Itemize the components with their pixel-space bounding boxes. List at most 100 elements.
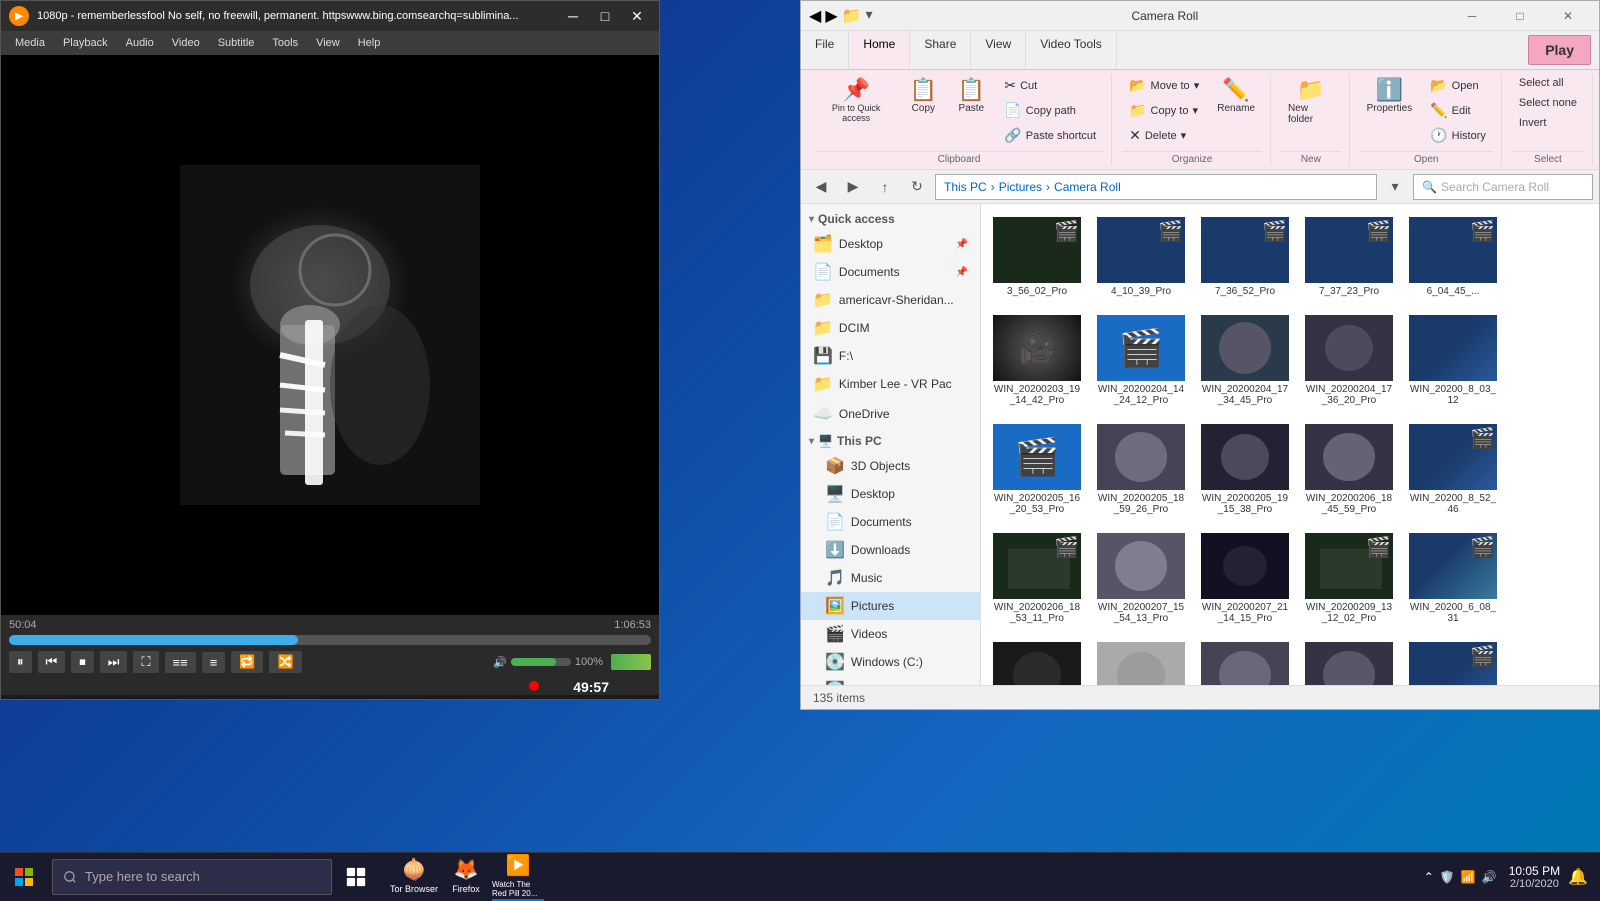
- paste-shortcut-button[interactable]: 🔗 Paste shortcut: [997, 124, 1103, 147]
- vlc-prev-button[interactable]: ⏮: [38, 651, 66, 673]
- up-button[interactable]: ↑: [871, 174, 899, 200]
- copy-button[interactable]: 📋 Copy: [901, 74, 945, 119]
- taskbar-app-firefox[interactable]: 🦊 Firefox: [440, 853, 492, 901]
- breadcrumb-dropdown-button[interactable]: ▾: [1381, 174, 1409, 200]
- properties-button[interactable]: ℹ️ Properties: [1360, 74, 1420, 119]
- sidebar-recovery-d[interactable]: 💽 RECOVERY (D:): [801, 676, 980, 685]
- list-item[interactable]: WIN_20200207_21_14_15_Pro: [1195, 526, 1295, 631]
- play-ribbon-button[interactable]: Play: [1528, 35, 1591, 65]
- explorer-window-controls[interactable]: ─ □ ✕: [1449, 1, 1591, 31]
- sidebar-item-kimber[interactable]: 📁 Kimber Lee - VR Pac: [801, 370, 980, 398]
- sidebar-downloads[interactable]: ⬇️ Downloads: [801, 536, 980, 564]
- select-none-button[interactable]: Select none: [1512, 94, 1584, 112]
- sidebar-documents2[interactable]: 📄 Documents: [801, 508, 980, 536]
- vlc-menu-view[interactable]: View: [308, 35, 348, 51]
- ribbon-tab-file[interactable]: File: [801, 31, 849, 69]
- vlc-menu-subtitle[interactable]: Subtitle: [210, 35, 263, 51]
- pin-to-quickaccess-button[interactable]: 📌 Pin to Quick access: [815, 74, 897, 128]
- refresh-button[interactable]: ↻: [903, 174, 931, 200]
- list-item[interactable]: WIN_20200207_15_54_13_Pro: [1091, 526, 1191, 631]
- cut-button[interactable]: ✂ Cut: [997, 74, 1103, 97]
- taskbar-app-tor[interactable]: 🧅 Tor Browser: [388, 853, 440, 901]
- sidebar-windows-c[interactable]: 💽 Windows (C:): [801, 648, 980, 676]
- quick-access-header[interactable]: ▾ Quick access: [801, 208, 980, 230]
- vlc-progress-bar[interactable]: [9, 635, 651, 645]
- ribbon-tab-home[interactable]: Home: [849, 31, 910, 69]
- ribbon-tab-view[interactable]: View: [971, 31, 1026, 69]
- vlc-menu-tools[interactable]: Tools: [264, 35, 306, 51]
- sidebar-item-onedrive[interactable]: ☁️ OneDrive: [801, 400, 980, 428]
- volume-status-icon[interactable]: 🔊: [1482, 870, 1497, 884]
- breadcrumb-camera-roll[interactable]: Camera Roll: [1054, 180, 1121, 194]
- show-hidden-icons-button[interactable]: ⌃: [1424, 870, 1434, 884]
- explorer-maximize-button[interactable]: □: [1497, 1, 1543, 31]
- explorer-close-button[interactable]: ✕: [1545, 1, 1591, 31]
- list-item[interactable]: WIN_20200204_17_34_45_Pro: [1195, 308, 1295, 413]
- vlc-menu-playback[interactable]: Playback: [55, 35, 116, 51]
- invert-selection-button[interactable]: Invert: [1512, 114, 1584, 132]
- list-item[interactable]: 🎬 6_04_45_...: [1403, 210, 1503, 304]
- network-status-icon[interactable]: 📶: [1461, 870, 1476, 884]
- vlc-playlist-button[interactable]: ≡: [202, 652, 226, 673]
- search-input[interactable]: 🔍 Search Camera Roll: [1413, 174, 1593, 200]
- vlc-close-button[interactable]: ✕: [623, 5, 651, 27]
- history-button[interactable]: 🕐 History: [1423, 124, 1493, 147]
- sidebar-music[interactable]: 🎵 Music: [801, 564, 980, 592]
- list-item[interactable]: 🎬 3_56_02_Pro: [987, 210, 1087, 304]
- copy-to-button[interactable]: 📁 Copy to ▾: [1122, 99, 1206, 122]
- ribbon-tab-videotools[interactable]: Video Tools: [1026, 31, 1117, 69]
- list-item[interactable]: 🎥 WIN_20200203_19_14_42_Pro: [987, 308, 1087, 413]
- list-item[interactable]: 🎬 WIN_20200_8_03_12: [1403, 308, 1503, 413]
- vlc-next-button[interactable]: ⏭: [100, 651, 128, 673]
- vlc-ext-button[interactable]: ≡≡: [165, 652, 196, 673]
- back-button[interactable]: ◀: [807, 174, 835, 200]
- copy-path-button[interactable]: 📄 Copy path: [997, 99, 1103, 122]
- breadcrumb-this-pc[interactable]: This PC: [944, 180, 987, 194]
- open-button[interactable]: 📂 Open: [1423, 74, 1493, 97]
- list-item[interactable]: 🎬 4_10_39_Pro: [1091, 210, 1191, 304]
- breadcrumb-pictures[interactable]: Pictures: [999, 180, 1042, 194]
- vlc-stop-button[interactable]: ⏹: [71, 651, 94, 673]
- vlc-fullscreen-button[interactable]: ⛶: [133, 651, 158, 673]
- vlc-menu-audio[interactable]: Audio: [118, 35, 162, 51]
- vlc-play-pause-button[interactable]: ⏸: [9, 651, 32, 673]
- task-view-button[interactable]: [332, 853, 380, 901]
- sidebar-item-documents[interactable]: 📄 Documents 📌: [801, 258, 980, 286]
- this-pc-header[interactable]: ▾ 🖥️ This PC: [801, 430, 980, 452]
- list-item[interactable]: 🎬 WIN_20200_8_52_46: [1403, 417, 1503, 522]
- list-item[interactable]: WIN_20200210_18_39_18_Pro: [1299, 635, 1399, 685]
- list-item[interactable]: 🎬 7_36_52_Pro: [1195, 210, 1295, 304]
- list-item[interactable]: 🎬 WIN_20200206_18_53_11_Pro: [987, 526, 1087, 631]
- list-item[interactable]: WIN_20200204_17_36_20_Pro: [1299, 308, 1399, 413]
- list-item[interactable]: 🎬 WIN_20200204_14_24_12_Pro: [1091, 308, 1191, 413]
- list-item[interactable]: WIN_20200209_18_12_42_Pro: [987, 635, 1087, 685]
- list-item[interactable]: 🎬 WIN_20200_1_15_11: [1403, 635, 1503, 685]
- vlc-menu-media[interactable]: Media: [7, 35, 53, 51]
- vlc-random-button[interactable]: 🔀: [269, 651, 301, 673]
- vlc-volume-bar[interactable]: [511, 658, 571, 666]
- vlc-menu-video[interactable]: Video: [164, 35, 208, 51]
- sidebar-desktop2[interactable]: 🖥️ Desktop: [801, 480, 980, 508]
- delete-button[interactable]: ✕ Delete ▾: [1122, 124, 1206, 147]
- clock-button[interactable]: 10:05 PM 2/10/2020: [1509, 864, 1560, 890]
- list-item[interactable]: WIN_20200210_18_21_18_Pro: [1195, 635, 1295, 685]
- sidebar-item-dcim[interactable]: 📁 DCIM: [801, 314, 980, 342]
- list-item[interactable]: WIN_20200205_18_59_26_Pro: [1091, 417, 1191, 522]
- vlc-maximize-button[interactable]: □: [591, 5, 619, 27]
- list-item[interactable]: WIN_20200210_15_20_53_Pro: [1091, 635, 1191, 685]
- sidebar-item-f-drive[interactable]: 💾 F:\: [801, 342, 980, 370]
- list-item[interactable]: 🎬 7_37_23_Pro: [1299, 210, 1399, 304]
- list-item[interactable]: WIN_20200206_18_45_59_Pro: [1299, 417, 1399, 522]
- taskbar-search[interactable]: Type here to search: [52, 859, 332, 895]
- vlc-minimize-button[interactable]: ─: [559, 5, 587, 27]
- sidebar-3dobjects[interactable]: 📦 3D Objects: [801, 452, 980, 480]
- ribbon-tab-share[interactable]: Share: [910, 31, 971, 69]
- list-item[interactable]: 🎬 WIN_20200205_16_20_53_Pro: [987, 417, 1087, 522]
- edit-button[interactable]: ✏️ Edit: [1423, 99, 1493, 122]
- sidebar-videos[interactable]: 🎬 Videos: [801, 620, 980, 648]
- sidebar-item-desktop[interactable]: 🗂️ Desktop 📌: [801, 230, 980, 258]
- rename-button[interactable]: ✏️ Rename: [1210, 74, 1262, 119]
- sidebar-item-americavr[interactable]: 📁 americavr-Sheridan...: [801, 286, 980, 314]
- vlc-menu-help[interactable]: Help: [350, 35, 389, 51]
- vlc-loop-button[interactable]: 🔁: [231, 651, 263, 673]
